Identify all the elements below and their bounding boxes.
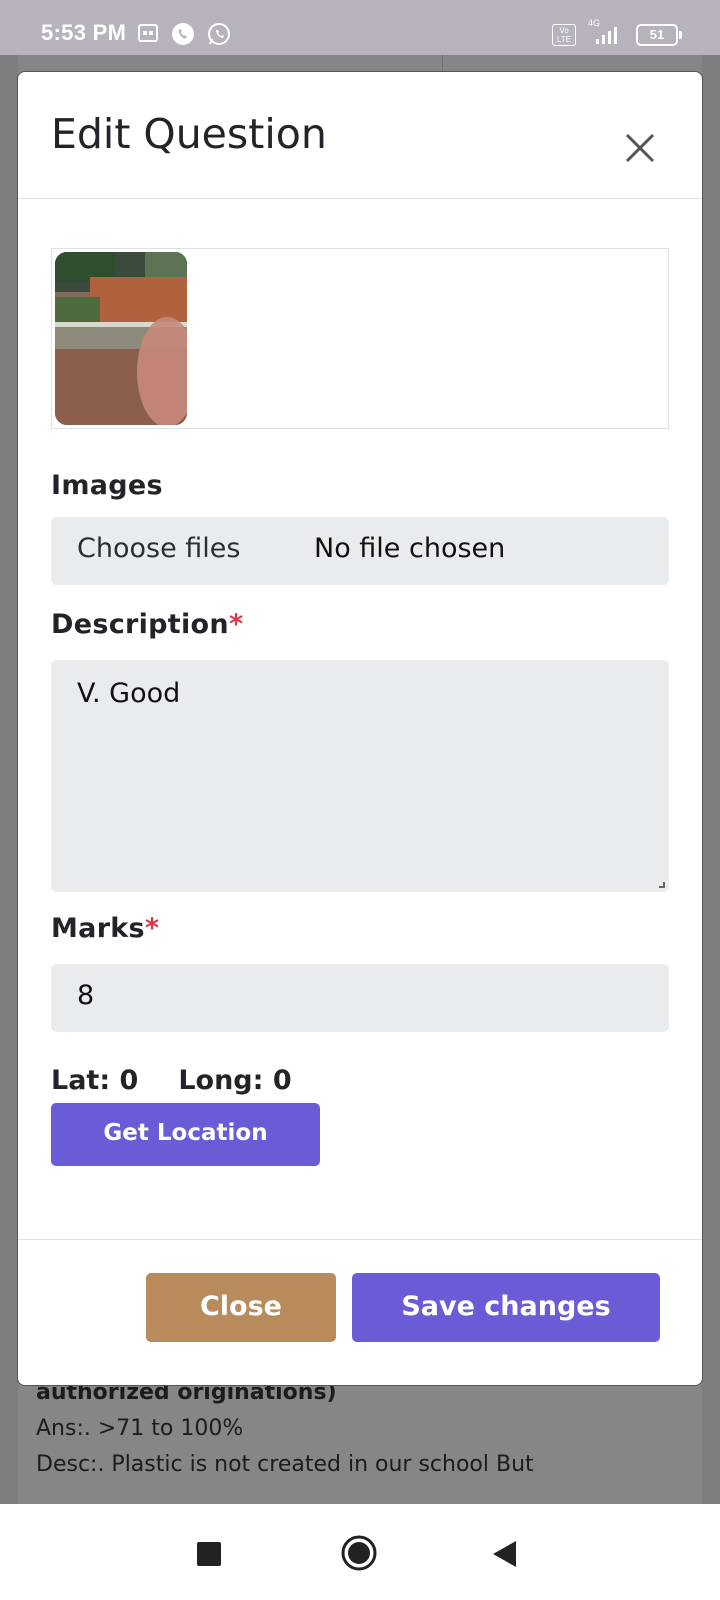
resize-handle[interactable]: [659, 882, 665, 888]
required-marker: *: [144, 913, 160, 944]
signal-icon: [596, 27, 617, 44]
modal-title: Edit Question: [51, 110, 327, 158]
background-text: authorized originations) Ans:. >71 to 10…: [36, 1375, 676, 1483]
volte-indicator: Vo LTE: [552, 24, 576, 46]
image-preview-container: [51, 248, 669, 429]
home-circle-icon[interactable]: [340, 1534, 378, 1572]
background-line: Desc:. Plastic is not created in our sch…: [36, 1452, 534, 1477]
status-bar: 5:53 PM Vo LTE 4G 51: [0, 0, 720, 55]
get-location-button[interactable]: Get Location: [51, 1103, 320, 1166]
image-thumbnail[interactable]: [55, 252, 187, 425]
marks-input[interactable]: 8: [51, 964, 669, 1032]
coordinates: Lat: 0 Long: 0: [51, 1065, 332, 1096]
close-icon[interactable]: [621, 127, 661, 167]
battery-icon: 51: [636, 24, 678, 46]
edit-question-modal: Edit Question Images Choose files No fil…: [17, 71, 703, 1386]
file-status: No file chosen: [314, 533, 506, 564]
required-marker: *: [228, 609, 244, 640]
choose-files-button[interactable]: Choose files: [77, 533, 240, 564]
back-triangle-icon[interactable]: [492, 1540, 518, 1568]
recents-square-icon[interactable]: [196, 1541, 222, 1567]
status-time: 5:53 PM: [41, 20, 127, 45]
modal-footer: Close Save changes: [18, 1239, 702, 1385]
navigation-bar: [0, 1504, 720, 1600]
save-changes-button[interactable]: Save changes: [352, 1273, 660, 1342]
marks-label-text: Marks: [51, 913, 145, 944]
battery-level: 51: [649, 27, 665, 42]
screencast-icon: [138, 24, 158, 42]
description-label-text: Description: [51, 609, 229, 640]
description-label: Description*: [51, 609, 243, 640]
whatsapp-icon: [208, 23, 230, 45]
images-file-input[interactable]: Choose files No file chosen: [51, 517, 669, 585]
images-label: Images: [51, 470, 163, 501]
background-line: Ans:. >71 to 100%: [36, 1416, 244, 1441]
battery-tip: [679, 31, 682, 39]
marks-value: 8: [77, 980, 95, 1011]
close-button[interactable]: Close: [146, 1273, 336, 1342]
marks-label: Marks*: [51, 913, 159, 944]
latitude-text: Lat: 0: [51, 1065, 139, 1096]
modal-header: Edit Question: [18, 72, 702, 199]
description-value: V. Good: [77, 678, 181, 709]
phone-call-icon: [172, 23, 194, 45]
longitude-text: Long: 0: [178, 1065, 292, 1096]
description-textarea[interactable]: V. Good: [51, 660, 669, 892]
